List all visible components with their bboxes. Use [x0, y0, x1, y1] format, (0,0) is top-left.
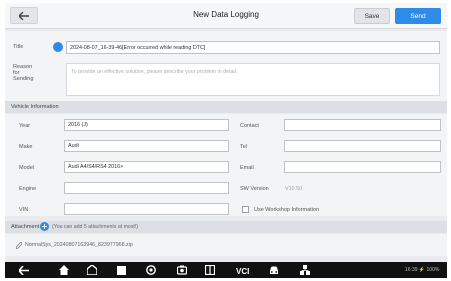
add-attachment-button[interactable] — [40, 222, 49, 231]
make-label: Make — [19, 144, 33, 150]
tel-input[interactable] — [284, 140, 441, 152]
reason-input[interactable]: To provide an effective solution, please… — [66, 63, 440, 96]
attachment-file-name[interactable]: NormalSys_20240807163946_823977968.zip — [25, 242, 133, 248]
engine-input[interactable] — [64, 182, 229, 194]
tel-label: Tel — [240, 144, 248, 150]
send-button[interactable]: Send — [395, 8, 441, 24]
contact-label: Contact — [240, 123, 259, 129]
screenshot-icon[interactable] — [177, 265, 187, 275]
reason-label-line3: Sending — [13, 76, 34, 82]
recent-apps-icon[interactable] — [116, 265, 126, 275]
vin-label: VIN — [19, 207, 29, 213]
engine-label: Engine — [19, 186, 37, 192]
svg-text:VCI: VCI — [236, 267, 249, 275]
model-label: Model — [19, 165, 34, 171]
attachment-hint: (You can add 5 attachments at most!) — [52, 224, 139, 230]
plus-icon — [42, 224, 47, 229]
home-nav-icon[interactable] — [59, 265, 69, 275]
vci-icon[interactable]: VCI — [236, 265, 250, 275]
split-screen-icon[interactable] — [205, 265, 215, 275]
title-label: Title — [13, 44, 24, 50]
vci-home-icon[interactable] — [87, 265, 97, 275]
header: New Data Logging Save Send — [5, 3, 447, 29]
camera-icon[interactable] — [146, 265, 156, 275]
email-input[interactable] — [284, 161, 441, 173]
back-nav-icon[interactable] — [19, 265, 29, 275]
workshop-label[interactable]: Use Workshop Information — [254, 207, 319, 213]
paperclip-icon — [16, 242, 22, 249]
save-button[interactable]: Save — [354, 8, 390, 24]
vehicle-section-header: Vehicle Information — [5, 101, 447, 113]
year-label: Year — [19, 123, 31, 129]
year-input[interactable]: 2016 (J) — [64, 119, 229, 131]
workshop-checkbox[interactable] — [242, 206, 249, 213]
vehicle-icon[interactable] — [269, 265, 279, 275]
model-input[interactable]: Audi A4/S4/RS4 2016> — [64, 161, 229, 173]
make-input[interactable]: Audi — [64, 140, 229, 152]
system-nav-bar — [5, 262, 447, 278]
info-icon[interactable] — [53, 42, 63, 52]
sw-version-label: SW Version — [240, 186, 269, 192]
sw-version-value: V10.50 — [285, 186, 303, 192]
status-bar-text: 16:39 ⚡ 100% — [405, 267, 440, 273]
email-label: Email — [240, 165, 254, 171]
vin-input[interactable] — [64, 203, 229, 215]
contact-input[interactable] — [284, 119, 441, 131]
reason-label: Reason for Sending — [13, 64, 49, 82]
title-input[interactable]: 2024-08-07_16-39-46[Error occurred while… — [66, 41, 440, 54]
attachment-label: Attachment — [11, 224, 40, 230]
network-icon[interactable] — [300, 265, 310, 275]
